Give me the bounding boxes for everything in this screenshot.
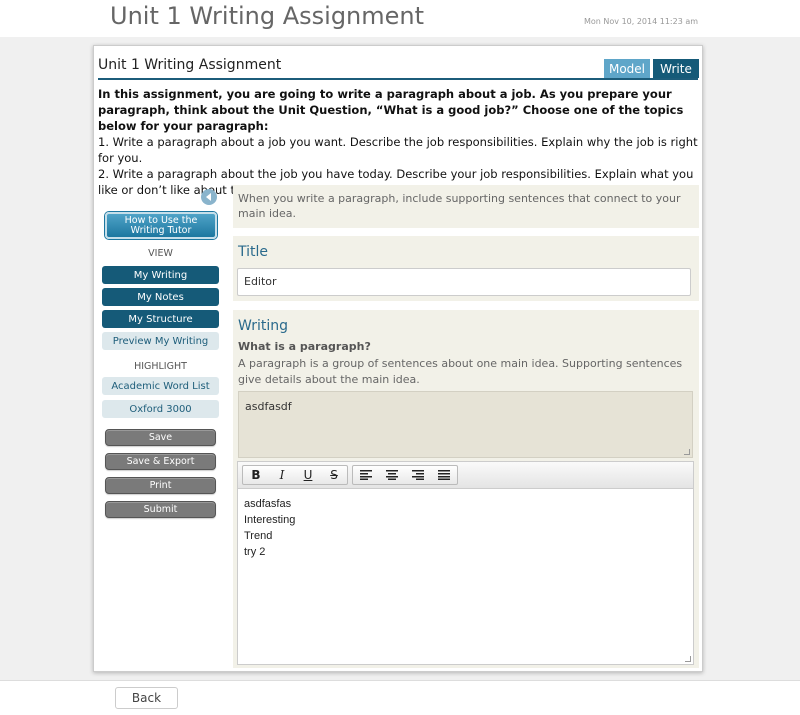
my-notes-button[interactable]: My Notes [102, 288, 219, 306]
bottom-bar: Back [0, 680, 800, 715]
writing-subheading: What is a paragraph? [238, 340, 371, 353]
submit-button[interactable]: Submit [105, 501, 216, 518]
my-writing-button[interactable]: My Writing [102, 266, 219, 284]
editor-line: asdfasfas [244, 498, 292, 510]
writing-heading: Writing [238, 318, 288, 334]
align-group [352, 465, 458, 485]
highlight-label: HIGHLIGHT [134, 361, 187, 372]
align-right-icon[interactable] [405, 466, 431, 484]
resize-grip-icon[interactable] [684, 449, 690, 455]
save-button[interactable]: Save [105, 429, 216, 446]
back-button[interactable]: Back [115, 687, 178, 709]
card-header: Unit 1 Writing Assignment Model Write [98, 54, 699, 80]
editor-line: Interesting [244, 514, 296, 526]
bold-button[interactable]: B [243, 466, 269, 484]
write-tab[interactable]: Write [653, 59, 699, 78]
notes-text: asdfasdf [245, 400, 292, 413]
title-heading: Title [238, 244, 269, 260]
title-panel: Title Editor [233, 236, 699, 301]
editor-line: Trend [244, 530, 273, 542]
preview-my-writing-button[interactable]: Preview My Writing [102, 332, 219, 350]
writing-description: A paragraph is a group of sentences abou… [238, 357, 683, 386]
view-label: VIEW [148, 248, 173, 259]
editor-line: try 2 [244, 546, 266, 558]
prompt-intro: In this assignment, you are going to wri… [98, 87, 684, 133]
my-structure-button[interactable]: My Structure [102, 310, 219, 328]
format-group: B I U S [242, 465, 348, 485]
assignment-card: Unit 1 Writing Assignment Model Write In… [93, 45, 703, 672]
notes-textarea[interactable]: asdfasdf [238, 391, 693, 458]
top-bar: Unit 1 Writing Assignment Mon Nov 10, 20… [0, 0, 800, 37]
align-left-icon[interactable] [353, 466, 379, 484]
how-to-use-button[interactable]: How to Use the Writing Tutor [105, 212, 217, 239]
align-center-icon[interactable] [379, 466, 405, 484]
save-export-button[interactable]: Save & Export [105, 453, 216, 470]
prompt-topic-1: 1. Write a paragraph about a job you wan… [98, 135, 698, 165]
rich-text-editor[interactable]: B I U S asdfasfas Interesting Trend try … [237, 461, 694, 665]
print-button[interactable]: Print [105, 477, 216, 494]
academic-word-list-button[interactable]: Academic Word List [102, 377, 219, 395]
underline-button[interactable]: U [295, 466, 321, 484]
align-justify-icon[interactable] [431, 466, 457, 484]
editor-content[interactable]: asdfasfas Interesting Trend try 2 [244, 496, 295, 560]
italic-button[interactable]: I [269, 466, 295, 484]
writing-panel: Writing What is a paragraph? A paragraph… [233, 310, 699, 668]
timestamp: Mon Nov 10, 2014 11:23 am [584, 17, 699, 26]
title-input[interactable]: Editor [237, 268, 691, 296]
card-title: Unit 1 Writing Assignment [98, 57, 282, 73]
model-tab[interactable]: Model [604, 59, 650, 78]
hint-panel: When you write a paragraph, include supp… [233, 185, 699, 228]
strikethrough-button[interactable]: S [321, 466, 347, 484]
resize-grip-icon[interactable] [685, 656, 691, 662]
editor-toolbar: B I U S [238, 462, 693, 489]
app-title: Unit 1 Writing Assignment [110, 2, 425, 30]
oxford-3000-button[interactable]: Oxford 3000 [102, 400, 219, 418]
assignment-prompt: In this assignment, you are going to wri… [98, 86, 698, 198]
chevron-left-icon[interactable] [201, 189, 217, 205]
